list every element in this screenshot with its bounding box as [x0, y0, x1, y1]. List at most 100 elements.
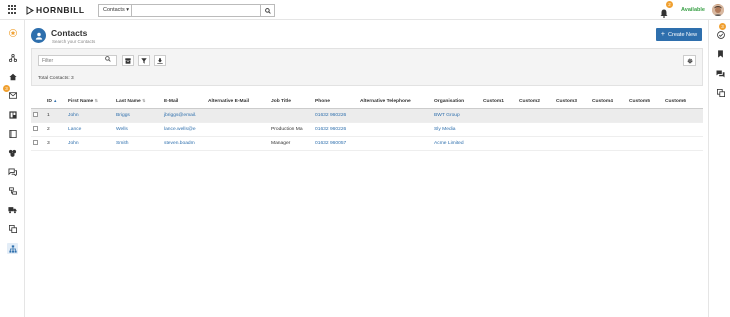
column-header-label: First Name: [68, 99, 94, 105]
cell-email[interactable]: jbriggs@email.: [162, 108, 206, 123]
cell-first-name[interactable]: John: [66, 136, 114, 151]
search-input[interactable]: [132, 4, 261, 17]
search-scope-dropdown[interactable]: Contacts ▾: [98, 4, 132, 17]
column-header[interactable]: Last Name ⇅: [114, 95, 162, 109]
cell-custom: [481, 108, 517, 123]
row-checkbox-cell: [31, 108, 45, 123]
cell-organisation[interactable]: Acme Limited: [432, 136, 481, 151]
docs-icon[interactable]: [716, 88, 725, 97]
column-header[interactable]: Custom4: [590, 95, 627, 109]
archive-button[interactable]: [122, 55, 134, 66]
table-row[interactable]: 1 John Briggs jbriggs@email. 01632 96022…: [31, 108, 703, 123]
download-icon: [157, 57, 163, 64]
cell-alt-phone: [358, 108, 432, 123]
cell-first-name[interactable]: John: [66, 108, 114, 123]
global-search: Contacts ▾: [98, 4, 275, 17]
column-header[interactable]: Alternative Telephone: [358, 95, 432, 109]
status-text[interactable]: Available: [681, 7, 705, 13]
org-icon[interactable]: [7, 243, 18, 254]
settings-button[interactable]: [683, 55, 696, 66]
cell-job-title: Manager: [269, 136, 313, 151]
search-icon: [264, 7, 271, 14]
user-avatar[interactable]: [712, 4, 724, 16]
sort-up-icon: ▲: [53, 98, 58, 104]
cell-organisation[interactable]: BWT Group: [432, 108, 481, 123]
table-row[interactable]: 2 Lance Wells lance.wells@e Production M…: [31, 122, 703, 137]
service-icon[interactable]: [8, 186, 17, 195]
column-header[interactable]: Job Title: [269, 95, 313, 109]
column-header[interactable]: Alternative E-Mail: [206, 95, 269, 109]
column-header[interactable]: Custom5: [627, 95, 663, 109]
book-icon[interactable]: [8, 129, 17, 138]
cell-custom: [627, 122, 663, 137]
cell-job-title: Production Ma: [269, 122, 313, 137]
column-header[interactable]: Organisation: [432, 95, 481, 109]
comments-icon[interactable]: [716, 69, 725, 78]
bell-icon: [660, 9, 668, 18]
cell-last-name[interactable]: Smith: [114, 136, 162, 151]
tasks-icon[interactable]: 3: [716, 23, 726, 39]
column-header[interactable]: Phone: [313, 95, 358, 109]
export-button[interactable]: [154, 55, 166, 66]
filter-search-icon[interactable]: [105, 56, 111, 62]
plus-icon: +: [660, 31, 666, 38]
search-button[interactable]: [261, 4, 275, 17]
page-subtitle: Search your Contacts: [52, 39, 96, 44]
star-icon[interactable]: [8, 28, 17, 37]
cell-phone[interactable]: 01632 960226: [313, 122, 358, 137]
column-header[interactable]: Custom3: [554, 95, 590, 109]
docs-icon[interactable]: [8, 224, 17, 233]
cell-alt-email: [206, 122, 269, 137]
cell-custom: [481, 136, 517, 151]
table-row[interactable]: 3 John Smith steven.boadm Manager 01632 …: [31, 136, 703, 151]
cell-alt-email: [206, 108, 269, 123]
tasks-badge: 3: [719, 23, 726, 30]
chat-icon[interactable]: [8, 167, 17, 176]
cell-custom: [590, 122, 627, 137]
column-header[interactable]: Custom1: [481, 95, 517, 109]
sort-icon: ⇅: [142, 98, 146, 104]
hornbill-logo[interactable]: HORNBILL: [26, 5, 85, 15]
row-checkbox[interactable]: [33, 139, 38, 145]
cell-job-title: [269, 108, 313, 123]
cell-phone[interactable]: 01632 960057: [313, 136, 358, 151]
archive-icon: [125, 57, 131, 64]
cell-id: 2: [45, 122, 66, 137]
apps-grid-icon[interactable]: [8, 5, 17, 14]
contacts-table: ID ▲ First Name ⇅ Last Name ⇅ E-Mail Alt…: [31, 95, 703, 151]
create-new-button[interactable]: + Create New: [656, 28, 702, 41]
column-header[interactable]: E-Mail: [162, 95, 206, 109]
bookmark-icon[interactable]: [716, 49, 725, 58]
cell-custom: [590, 108, 627, 123]
row-checkbox[interactable]: [33, 111, 38, 117]
cell-phone[interactable]: 01632 960226: [313, 108, 358, 123]
column-header[interactable]: Custom2: [517, 95, 554, 109]
cell-last-name[interactable]: Wells: [114, 122, 162, 137]
column-header[interactable]: First Name ⇅: [66, 95, 114, 109]
column-header[interactable]: Custom6: [663, 95, 703, 109]
right-nav: 3: [708, 20, 730, 317]
cell-custom: [663, 108, 703, 123]
column-header[interactable]: ID ▲: [45, 95, 66, 109]
cell-email[interactable]: steven.boadm: [162, 136, 206, 151]
board-icon[interactable]: [8, 110, 17, 119]
team-icon[interactable]: [8, 148, 17, 157]
truck-icon[interactable]: [8, 205, 17, 214]
top-bar: HORNBILL Contacts ▾ 2 Available: [0, 0, 730, 20]
filter-button[interactable]: [138, 55, 150, 66]
workflow-icon[interactable]: [8, 53, 17, 62]
row-checkbox[interactable]: [33, 125, 38, 131]
cell-last-name[interactable]: Briggs: [114, 108, 162, 123]
search-scope-label: Contacts: [103, 7, 125, 13]
cell-custom: [517, 136, 554, 151]
notifications-bell[interactable]: 2: [660, 1, 673, 23]
home-icon[interactable]: [8, 72, 17, 81]
cell-custom: [663, 122, 703, 137]
mail-icon[interactable]: 3: [3, 85, 17, 100]
cell-custom: [554, 136, 590, 151]
cell-custom: [517, 108, 554, 123]
cell-alt-email: [206, 136, 269, 151]
cell-first-name[interactable]: Lance: [66, 122, 114, 137]
cell-organisation[interactable]: Sly Media: [432, 122, 481, 137]
cell-email[interactable]: lance.wells@e: [162, 122, 206, 137]
